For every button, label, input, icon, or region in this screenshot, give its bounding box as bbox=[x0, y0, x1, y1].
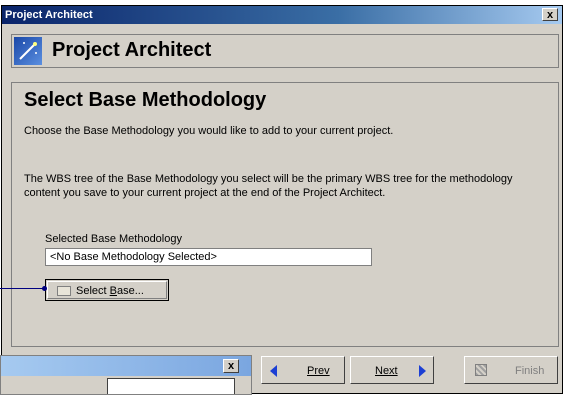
project-architect-window: Project Architect x Project Architect Se… bbox=[1, 5, 563, 394]
select-base-label: Select Base... bbox=[76, 285, 144, 297]
page-note: The WBS tree of the Base Methodology you… bbox=[24, 173, 513, 199]
wizard-header: Project Architect bbox=[11, 34, 559, 68]
next-label: Next bbox=[375, 365, 398, 377]
prev-button[interactable]: Prev bbox=[261, 356, 345, 384]
background-close-button[interactable]: x bbox=[223, 359, 239, 373]
background-window-titlebar[interactable]: x bbox=[1, 356, 251, 376]
select-base-button[interactable]: Select Base... bbox=[45, 279, 169, 301]
selected-methodology-label: Selected Base Methodology bbox=[45, 233, 182, 245]
next-button[interactable]: Next bbox=[350, 356, 434, 384]
wizard-wand-icon bbox=[14, 37, 42, 65]
header-title: Project Architect bbox=[52, 39, 212, 61]
close-button[interactable]: x bbox=[542, 8, 558, 21]
finish-icon bbox=[475, 364, 487, 376]
page-description: Choose the Base Methodology you would li… bbox=[24, 125, 394, 137]
window-title: Project Architect bbox=[5, 9, 93, 21]
arrow-right-icon bbox=[419, 365, 426, 377]
arrow-left-icon bbox=[270, 365, 277, 377]
page-title: Select Base Methodology bbox=[24, 89, 267, 111]
finish-button[interactable]: Finish bbox=[464, 356, 558, 384]
folder-icon bbox=[57, 286, 71, 296]
callout-dot bbox=[42, 286, 47, 291]
background-window: x bbox=[0, 355, 252, 395]
content-panel: Select Base Methodology Choose the Base … bbox=[11, 82, 559, 347]
background-window-field bbox=[107, 378, 235, 394]
selected-methodology-field: <No Base Methodology Selected> bbox=[45, 248, 372, 266]
callout-line bbox=[0, 288, 44, 289]
finish-label: Finish bbox=[515, 365, 545, 377]
prev-label: Prev bbox=[307, 365, 330, 377]
window-titlebar[interactable]: Project Architect x bbox=[2, 6, 562, 24]
